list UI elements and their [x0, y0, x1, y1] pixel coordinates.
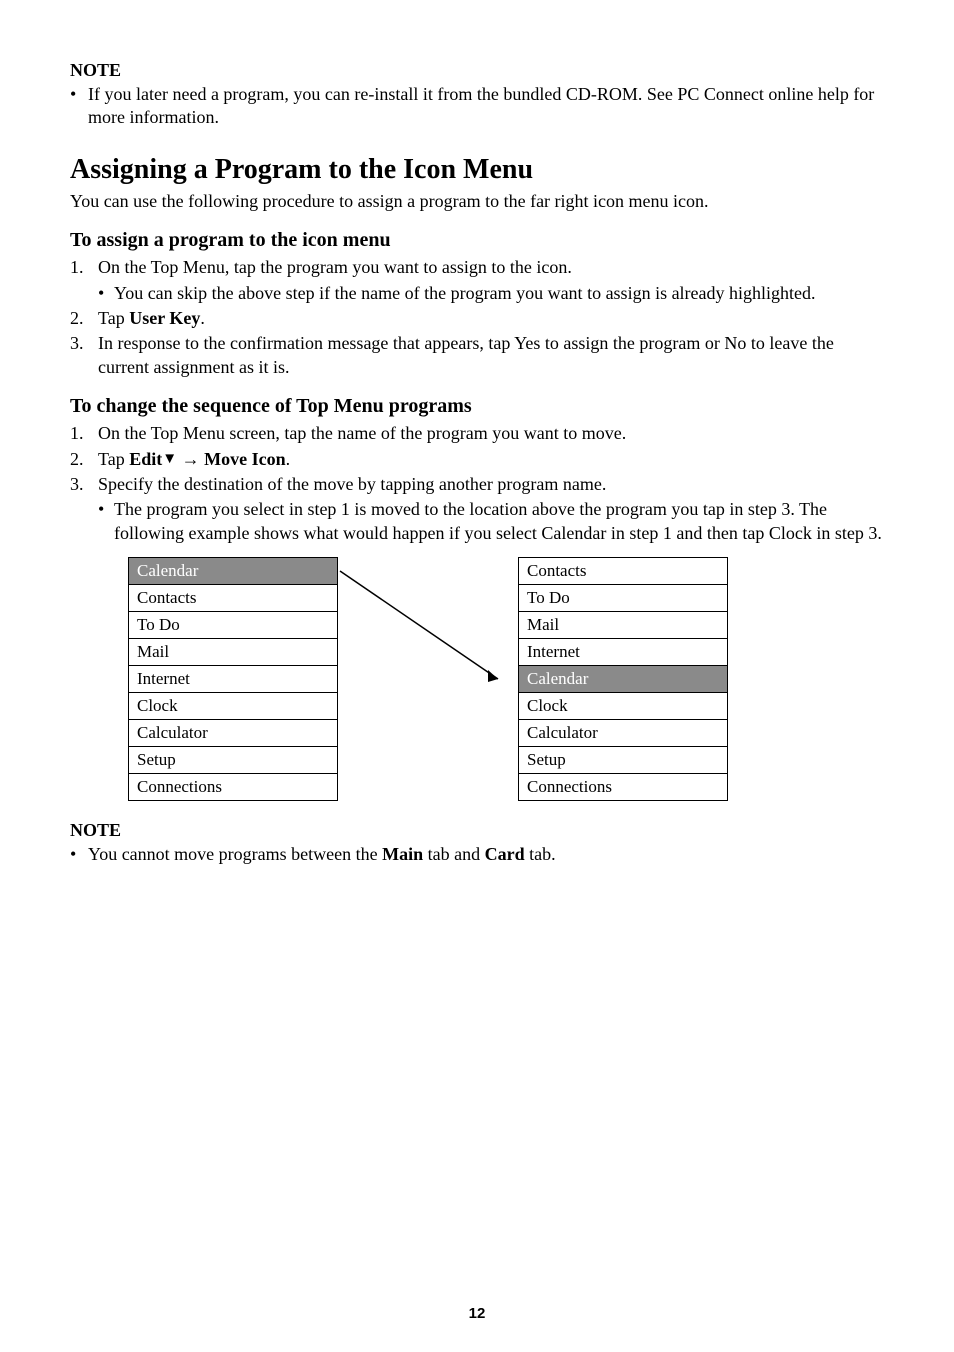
step-number: 1.: [70, 256, 98, 305]
reorder-diagram: CalendarContactsTo DoMailInternetClockCa…: [128, 557, 884, 802]
reorder-arrow: [338, 557, 518, 802]
note-bullet: You cannot move programs between the Mai…: [70, 843, 884, 866]
note-label: NOTE: [70, 60, 884, 81]
step-3: 3. Specify the destination of the move b…: [70, 473, 884, 545]
step-text-arrow: →: [177, 449, 204, 469]
table-row: Calculator: [519, 720, 728, 747]
t-pre: You cannot move programs between the: [88, 844, 382, 864]
down-triangle-icon: ▼: [162, 450, 177, 470]
table-row: Mail: [129, 639, 338, 666]
section-title: Assigning a Program to the Icon Menu: [70, 154, 884, 186]
table-row: Setup: [519, 747, 728, 774]
step-text: In response to the confirmation message …: [98, 333, 834, 376]
step-number: 3.: [70, 473, 98, 545]
note-1: NOTE If you later need a program, you ca…: [70, 60, 884, 130]
table-row: Contacts: [129, 585, 338, 612]
step-text: On the Top Menu, tap the program you wan…: [98, 257, 572, 277]
table-cell: Calculator: [129, 720, 338, 747]
app-list-before: CalendarContactsTo DoMailInternetClockCa…: [128, 557, 338, 801]
table-row: Connections: [519, 774, 728, 801]
table-cell: Calendar: [129, 558, 338, 585]
step-number: 2.: [70, 448, 98, 472]
subheading-change-sequence: To change the sequence of Top Menu progr…: [70, 395, 884, 418]
step-text-pre: Tap: [98, 449, 129, 469]
sub-bullet-text: The program you select in step 1 is move…: [114, 498, 884, 545]
step-1: 1. On the Top Menu, tap the program you …: [70, 256, 884, 305]
table-row: Calendar: [519, 666, 728, 693]
t-mid: tab and: [423, 844, 484, 864]
table-row: Mail: [519, 612, 728, 639]
table-row: Calendar: [129, 558, 338, 585]
step-number: 3.: [70, 332, 98, 379]
bullet-icon: [98, 498, 114, 545]
table-cell: Mail: [129, 639, 338, 666]
app-list-after: ContactsTo DoMailInternetCalendarClockCa…: [518, 557, 728, 801]
table-row: Setup: [129, 747, 338, 774]
table-cell: To Do: [129, 612, 338, 639]
table-row: Contacts: [519, 558, 728, 585]
subheading-assign: To assign a program to the icon menu: [70, 229, 884, 252]
section-intro: You can use the following procedure to a…: [70, 190, 884, 213]
t-b2: Card: [485, 844, 525, 864]
step-number: 2.: [70, 307, 98, 330]
t-post: tab.: [525, 844, 556, 864]
table-cell: Calendar: [519, 666, 728, 693]
note-2: NOTE You cannot move programs between th…: [70, 820, 884, 866]
table-cell: Clock: [129, 693, 338, 720]
step-text: On the Top Menu screen, tap the name of …: [98, 423, 626, 443]
table-cell: Connections: [129, 774, 338, 801]
steps-assign: 1. On the Top Menu, tap the program you …: [70, 256, 884, 379]
table-cell: To Do: [519, 585, 728, 612]
table-cell: Setup: [519, 747, 728, 774]
bullet-icon: [70, 83, 88, 130]
table-cell: Contacts: [129, 585, 338, 612]
note-text: If you later need a program, you can re-…: [88, 83, 884, 130]
t-b1: Main: [382, 844, 423, 864]
page-number: 12: [0, 1305, 954, 1322]
step-text: Specify the destination of the move by t…: [98, 474, 606, 494]
sub-bullet: You can skip the above step if the name …: [98, 282, 884, 305]
step-text-b2: Move Icon: [204, 449, 285, 469]
step-number: 1.: [70, 422, 98, 445]
note-label: NOTE: [70, 820, 884, 841]
step-text-post: .: [286, 449, 291, 469]
table-row: Clock: [519, 693, 728, 720]
sub-bullet-text: You can skip the above step if the name …: [114, 282, 884, 305]
note-text: You cannot move programs between the Mai…: [88, 843, 884, 866]
table-cell: Clock: [519, 693, 728, 720]
table-row: Internet: [519, 639, 728, 666]
note-bullet: If you later need a program, you can re-…: [70, 83, 884, 130]
bullet-icon: [70, 843, 88, 866]
table-cell: Internet: [519, 639, 728, 666]
table-row: To Do: [519, 585, 728, 612]
arrow-icon: [338, 557, 518, 802]
table-cell: Internet: [129, 666, 338, 693]
step-2: 2. Tap User Key.: [70, 307, 884, 330]
step-1: 1. On the Top Menu screen, tap the name …: [70, 422, 884, 445]
steps-sequence: 1. On the Top Menu screen, tap the name …: [70, 422, 884, 545]
table-cell: Connections: [519, 774, 728, 801]
table-cell: Calculator: [519, 720, 728, 747]
table-cell: Contacts: [519, 558, 728, 585]
step-text-bold: User Key: [129, 308, 200, 328]
table-cell: Mail: [519, 612, 728, 639]
table-row: Connections: [129, 774, 338, 801]
table-cell: Setup: [129, 747, 338, 774]
table-row: Calculator: [129, 720, 338, 747]
step-text-b1: Edit: [129, 449, 162, 469]
table-row: To Do: [129, 612, 338, 639]
step-2: 2. Tap Edit ▼ → Move Icon.: [70, 448, 884, 472]
table-row: Internet: [129, 666, 338, 693]
table-row: Clock: [129, 693, 338, 720]
bullet-icon: [98, 282, 114, 305]
step-3: 3. In response to the confirmation messa…: [70, 332, 884, 379]
step-text-post: .: [200, 308, 205, 328]
sub-bullet: The program you select in step 1 is move…: [98, 498, 884, 545]
step-text-pre: Tap: [98, 308, 129, 328]
